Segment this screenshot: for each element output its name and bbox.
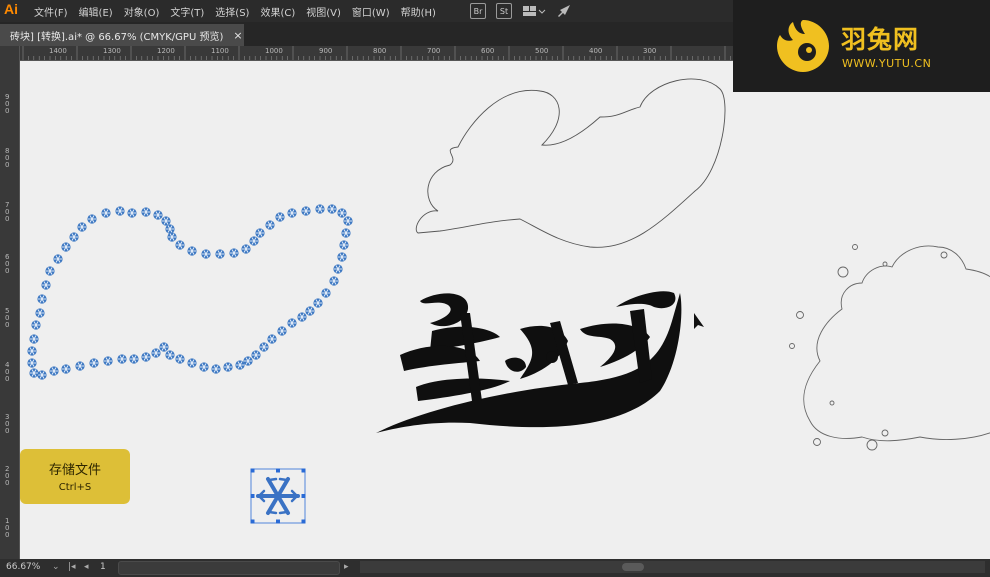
artboard-number[interactable]: 1	[100, 562, 106, 572]
ruler-label: 400	[589, 47, 603, 55]
save-shortcut-hint: 存储文件 Ctrl+S	[20, 449, 130, 504]
bubble-outline-shape[interactable]	[789, 244, 990, 451]
ruler-label: 300	[643, 47, 657, 55]
ruler-label: 1100	[211, 47, 229, 55]
menu-help[interactable]: 帮助(H)	[401, 4, 436, 19]
snowflake-icon[interactable]	[250, 468, 306, 524]
first-artboard-icon[interactable]: |◂	[68, 562, 76, 572]
ruler-label: 300	[5, 413, 10, 435]
ruler-label: 800	[5, 147, 10, 169]
ruler-label: 500	[5, 307, 10, 329]
ruler-label: 900	[319, 47, 333, 55]
ruler-label: 700	[427, 47, 441, 55]
vertical-ruler: 900 800 700 600 500 400 300 200 100	[0, 46, 20, 559]
save-hint-title: 存储文件	[48, 463, 101, 478]
status-scrollbar[interactable]	[118, 561, 340, 575]
menu-effect[interactable]: 效果(C)	[260, 4, 295, 19]
ruler-label: 800	[373, 47, 387, 55]
brand-name: 羽兔网	[841, 25, 920, 54]
menu-window[interactable]: 窗口(W)	[352, 4, 390, 19]
cloud-outline-shape[interactable]	[415, 78, 726, 248]
ruler-label: 500	[535, 47, 549, 55]
menu-select[interactable]: 选择(S)	[215, 4, 249, 19]
gpu-rocket-icon[interactable]	[556, 4, 572, 18]
menu-file[interactable]: 文件(F)	[34, 4, 68, 19]
ruler-label: 200	[5, 465, 10, 487]
menu-edit[interactable]: 编辑(E)	[79, 4, 113, 19]
brand-url: WWW.YUTU.CN	[842, 57, 932, 70]
document-tab[interactable]: 砖块] [转换].ai* @ 66.67% (CMYK/GPU 预览) ×	[0, 24, 244, 46]
ruler-label: 1400	[49, 47, 67, 55]
menu-type[interactable]: 文字(T)	[170, 4, 204, 19]
stock-button[interactable]: St	[496, 3, 512, 19]
ruler-label: 600	[5, 253, 10, 275]
main-menu: 文件(F) 编辑(E) 对象(O) 文字(T) 选择(S) 效果(C) 视图(V…	[34, 0, 447, 22]
menu-view[interactable]: 视图(V)	[306, 4, 341, 19]
next-artboard-icon[interactable]: ▸	[344, 562, 349, 572]
calligraphy-artwork[interactable]	[376, 291, 682, 433]
close-icon[interactable]: ×	[233, 29, 242, 42]
scrollbar-thumb[interactable]	[622, 563, 644, 571]
brand-watermark: 羽兔网 WWW.YUTU.CN	[733, 0, 990, 92]
bridge-button[interactable]: Br	[470, 3, 486, 19]
app-logo: Ai	[4, 1, 18, 17]
status-bar: 66.67% ⌄ |◂ ◂ 1 ▸	[0, 559, 990, 577]
rabbit-logo-icon	[777, 20, 829, 72]
save-hint-shortcut: Ctrl+S	[58, 482, 92, 493]
selection-cursor-icon	[694, 313, 704, 329]
ruler-label: 100	[5, 517, 10, 539]
artwork	[26, 78, 990, 524]
ruler-label: 900	[5, 93, 10, 115]
artboard-canvas[interactable]: 存储文件 Ctrl+S	[20, 61, 990, 559]
ruler-label: 700	[5, 201, 10, 223]
ruler-label: 1200	[157, 47, 175, 55]
ruler-label: 1000	[265, 47, 283, 55]
arrange-documents-icon[interactable]	[522, 4, 546, 18]
snowflake-pattern-outline[interactable]	[26, 203, 354, 381]
horizontal-scrollbar[interactable]	[360, 561, 985, 573]
ruler-label: 600	[481, 47, 495, 55]
app-toolbar: Br St	[470, 3, 572, 19]
zoom-level[interactable]: 66.67%	[6, 562, 40, 572]
prev-artboard-icon[interactable]: ◂	[84, 562, 89, 572]
menu-object[interactable]: 对象(O)	[124, 4, 160, 19]
ruler-label: 400	[5, 361, 10, 383]
ruler-label: 1300	[103, 47, 121, 55]
document-tab-title: 砖块] [转换].ai* @ 66.67% (CMYK/GPU 预览)	[10, 31, 224, 43]
zoom-dropdown-icon[interactable]: ⌄	[52, 562, 60, 572]
